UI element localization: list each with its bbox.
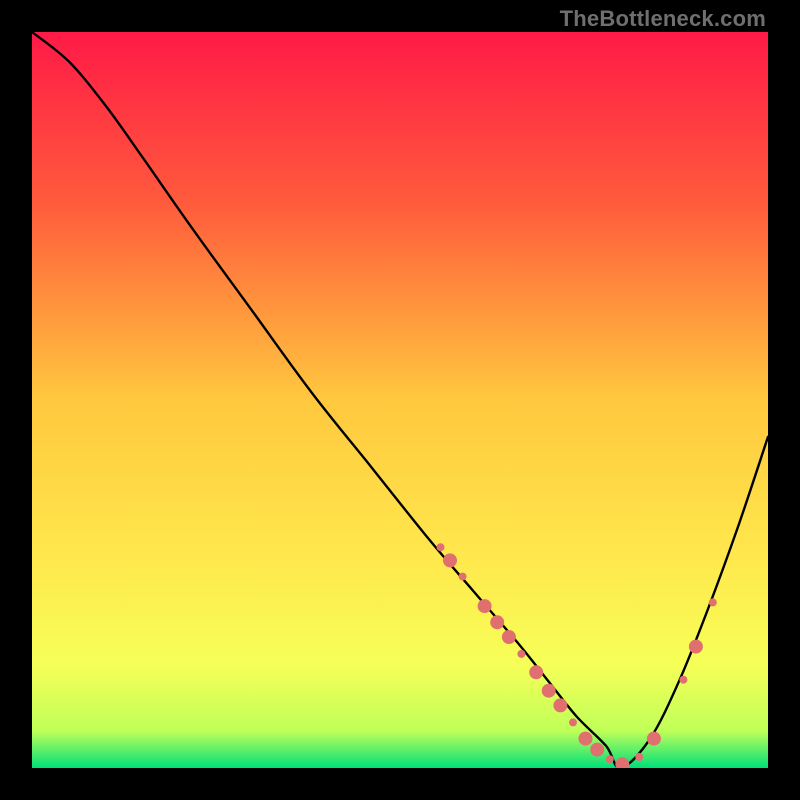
highlight-dot xyxy=(647,732,661,746)
bottleneck-chart xyxy=(32,32,768,768)
highlight-dot xyxy=(679,676,687,684)
gradient-background xyxy=(32,32,768,768)
highlight-dot xyxy=(490,615,504,629)
highlight-dot xyxy=(517,650,525,658)
watermark-text: TheBottleneck.com xyxy=(560,6,766,32)
highlight-dot xyxy=(437,543,445,551)
highlight-dot xyxy=(606,755,614,763)
highlight-dot xyxy=(590,743,604,757)
highlight-dot xyxy=(709,598,717,606)
highlight-dot xyxy=(635,753,643,761)
highlight-dot xyxy=(689,640,703,654)
highlight-dot xyxy=(553,698,567,712)
highlight-dot xyxy=(443,553,457,567)
chart-frame xyxy=(32,32,768,768)
highlight-dot xyxy=(529,665,543,679)
highlight-dot xyxy=(459,573,467,581)
highlight-dot xyxy=(502,630,516,644)
highlight-dot xyxy=(579,732,593,746)
highlight-dot xyxy=(542,684,556,698)
highlight-dot xyxy=(569,718,577,726)
highlight-dot xyxy=(478,599,492,613)
